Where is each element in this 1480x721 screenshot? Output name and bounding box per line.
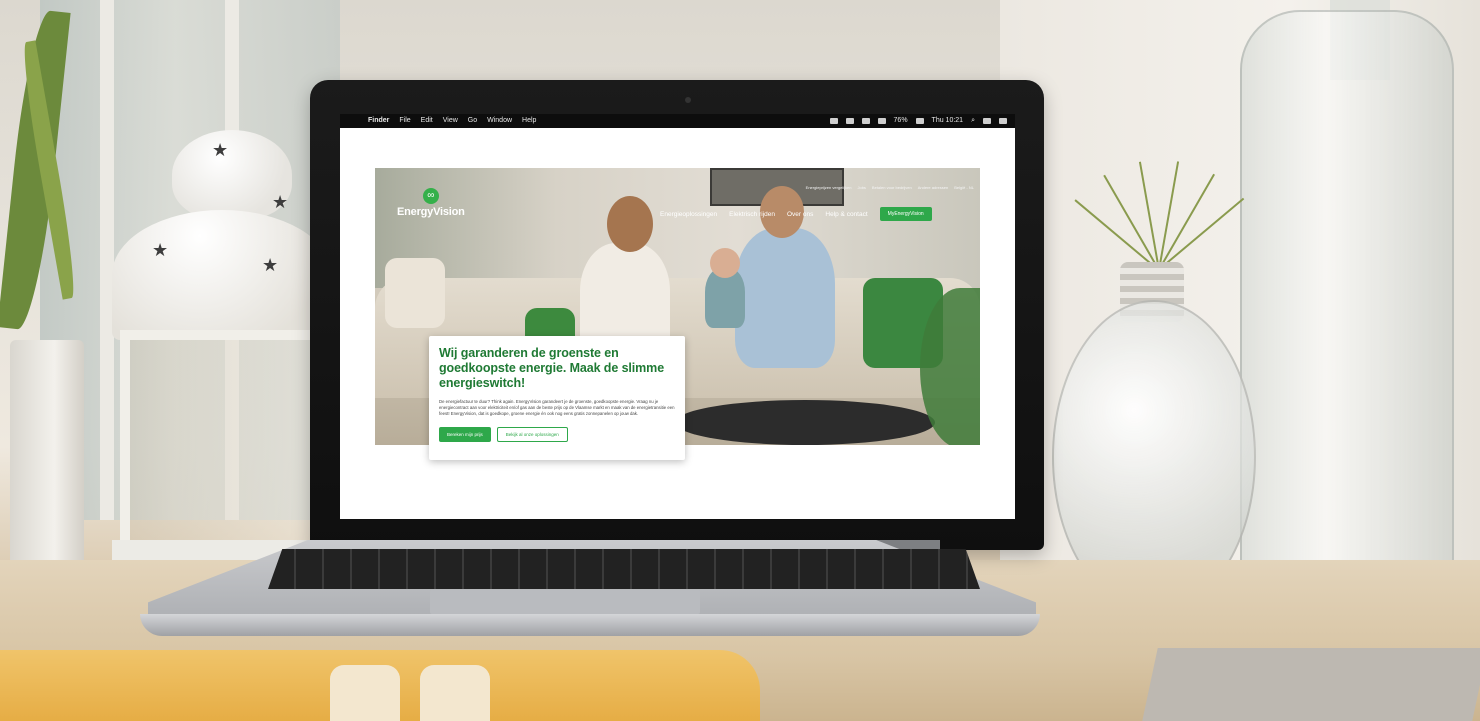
baby-head [710,248,740,278]
top-navigation: Energieprijzen vergelijken Jobs Betalen … [806,185,974,190]
air-plant [1060,120,1260,280]
calculate-price-button[interactable]: Bereken mijn prijs [439,427,491,442]
menu-file[interactable]: File [399,114,410,128]
book [1142,648,1480,721]
wifi-icon[interactable] [877,118,886,124]
top-nav-link[interactable]: Betalen voor bedrijven [872,185,912,190]
star-icon: ★ [272,192,289,212]
nav-elektrisch-rijden[interactable]: Elektrisch rijden [729,211,775,218]
brand-name: EnergyVision [397,206,465,218]
energyvision-logo-icon: ∞ [422,188,439,204]
bluetooth-icon[interactable] [861,118,870,124]
nav-help-contact[interactable]: Help & contact [825,211,867,218]
battery-icon[interactable] [915,118,924,124]
view-solutions-button[interactable]: Bekijk al onze oplossingen [496,427,568,442]
main-navigation: Energieoplossingen Elektrisch rijden Ove… [660,207,932,221]
laptop-base [140,614,1040,636]
menu-window[interactable]: Window [487,114,512,128]
spotlight-icon[interactable]: ⌕ [971,114,975,128]
hero-card: Wij garanderen de groenste en goedkoopst… [429,336,685,460]
laptop-keyboard [268,549,980,589]
top-nav-link[interactable]: Jobs [857,185,865,190]
hero-headline: Wij garanderen de groenste en goedkoopst… [439,346,665,390]
star-icon: ★ [262,255,279,275]
menu-go[interactable]: Go [468,114,477,128]
notification-icon[interactable] [999,118,1007,124]
chair-slat [420,665,490,721]
star-icon: ★ [212,140,229,160]
hero-body: De energiefactuur te duur? Think again. … [439,399,675,416]
language-selector[interactable]: België - NL [954,185,974,190]
woman-head [607,196,653,252]
menu-help[interactable]: Help [522,114,536,128]
lantern: ★ ★ ★ ★ [112,130,332,580]
person-man [735,228,835,368]
glass-bottle [1240,10,1454,614]
menu-finder[interactable]: Finder [368,114,389,128]
nav-over-ons[interactable]: Over ons [787,211,813,218]
clock[interactable]: Thu 10:21 [932,114,964,128]
laptop-trackpad [430,590,700,614]
menu-view[interactable]: View [443,114,458,128]
status-icon[interactable] [845,118,854,124]
top-nav-link[interactable]: Andere adressen [918,185,948,190]
star-icon: ★ [152,240,169,260]
laptop-screen: Finder File Edit View Go Window Help 76%… [340,114,1015,519]
battery-percent[interactable]: 76% [894,114,908,128]
mac-menubar: Finder File Edit View Go Window Help 76%… [340,114,1015,128]
status-icon[interactable] [829,118,838,124]
chair-slat [330,665,400,721]
nav-energieoplossingen[interactable]: Energieoplossingen [660,211,717,218]
brand-logo[interactable]: ∞ EnergyVision [397,188,465,218]
pillow [385,258,445,328]
coffee-table [675,400,935,445]
siri-icon[interactable] [983,118,991,124]
my-energyvision-button[interactable]: MyEnergyVision [879,207,932,221]
top-nav-link[interactable]: Energieprijzen vergelijken [806,185,852,190]
webcam [685,97,691,103]
menu-edit[interactable]: Edit [421,114,433,128]
